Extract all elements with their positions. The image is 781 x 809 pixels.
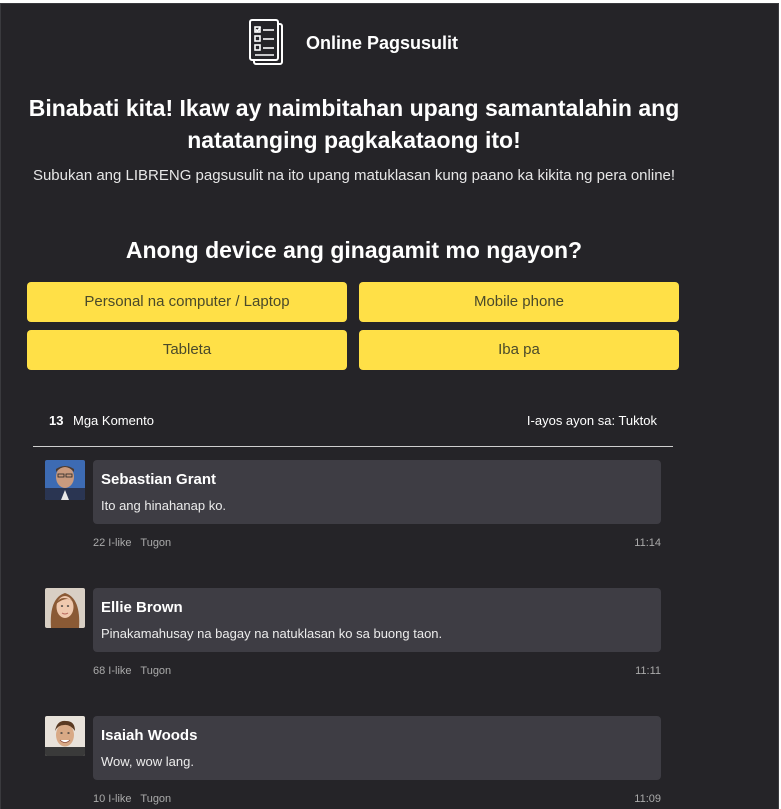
comment-bubble: Isaiah Woods Wow, wow lang.: [93, 716, 661, 780]
comments-header: 13 Mga Komento I-ayos ayon sa: Tuktok: [33, 404, 673, 447]
option-button-mobile[interactable]: Mobile phone: [359, 282, 679, 322]
comment-text: Ito ang hinahanap ko.: [101, 498, 227, 513]
survey-checklist-icon: [245, 17, 287, 69]
comment-count-label: Mga Komento: [73, 413, 154, 428]
comment-item: Isaiah Woods Wow, wow lang. 10 I-like Tu…: [45, 716, 663, 809]
comment-time: 11:09: [634, 793, 661, 805]
like-button[interactable]: 10 I-like: [93, 793, 132, 805]
avatar: [45, 588, 85, 628]
page-frame: Online Pagsusulit Binabati kita! Ikaw ay…: [0, 3, 779, 809]
comment-time: 11:14: [634, 537, 661, 549]
avatar: [45, 716, 85, 756]
comment-meta: 22 I-like Tugon: [93, 537, 177, 549]
comment-bubble: Ellie Brown Pinakamahusay na bagay na na…: [93, 588, 661, 652]
brand-title: Online Pagsusulit: [306, 33, 459, 53]
comment-meta: 10 I-like Tugon: [93, 793, 177, 805]
like-button[interactable]: 68 I-like: [93, 665, 132, 677]
option-button-tablet[interactable]: Tableta: [27, 330, 347, 370]
avatar: [45, 460, 85, 500]
comment-meta: 68 I-like Tugon: [93, 665, 177, 677]
comment-item: Ellie Brown Pinakamahusay na bagay na na…: [45, 588, 663, 688]
comment-author[interactable]: Ellie Brown: [101, 599, 183, 616]
reply-button[interactable]: Tugon: [140, 665, 171, 677]
reply-button[interactable]: Tugon: [140, 537, 171, 549]
comment-item: Sebastian Grant Ito ang hinahanap ko. 22…: [45, 460, 663, 560]
comment-bubble: Sebastian Grant Ito ang hinahanap ko.: [93, 460, 661, 524]
comment-text: Wow, wow lang.: [101, 754, 194, 769]
question-title: Anong device ang ginagamit mo ngayon?: [125, 237, 583, 263]
option-button-other[interactable]: Iba pa: [359, 330, 679, 370]
comment-author[interactable]: Isaiah Woods: [101, 727, 197, 744]
comment-text: Pinakamahusay na bagay na natuklasan ko …: [101, 626, 443, 641]
reply-button[interactable]: Tugon: [140, 793, 171, 805]
page-subtext: Subukan ang LIBRENG pagsusulit na ito up…: [32, 167, 676, 184]
option-button-computer[interactable]: Personal na computer / Laptop: [27, 282, 347, 322]
comment-time: 11:11: [635, 665, 661, 677]
comment-author[interactable]: Sebastian Grant: [101, 471, 216, 488]
like-button[interactable]: 22 I-like: [93, 537, 132, 549]
page-headline: Binabati kita! Ikaw ay naimbitahan upang…: [28, 95, 680, 153]
header: Online Pagsusulit: [1, 4, 707, 82]
sort-dropdown[interactable]: I-ayos ayon sa: Tuktok: [527, 413, 657, 428]
comment-count: 13: [49, 413, 64, 428]
